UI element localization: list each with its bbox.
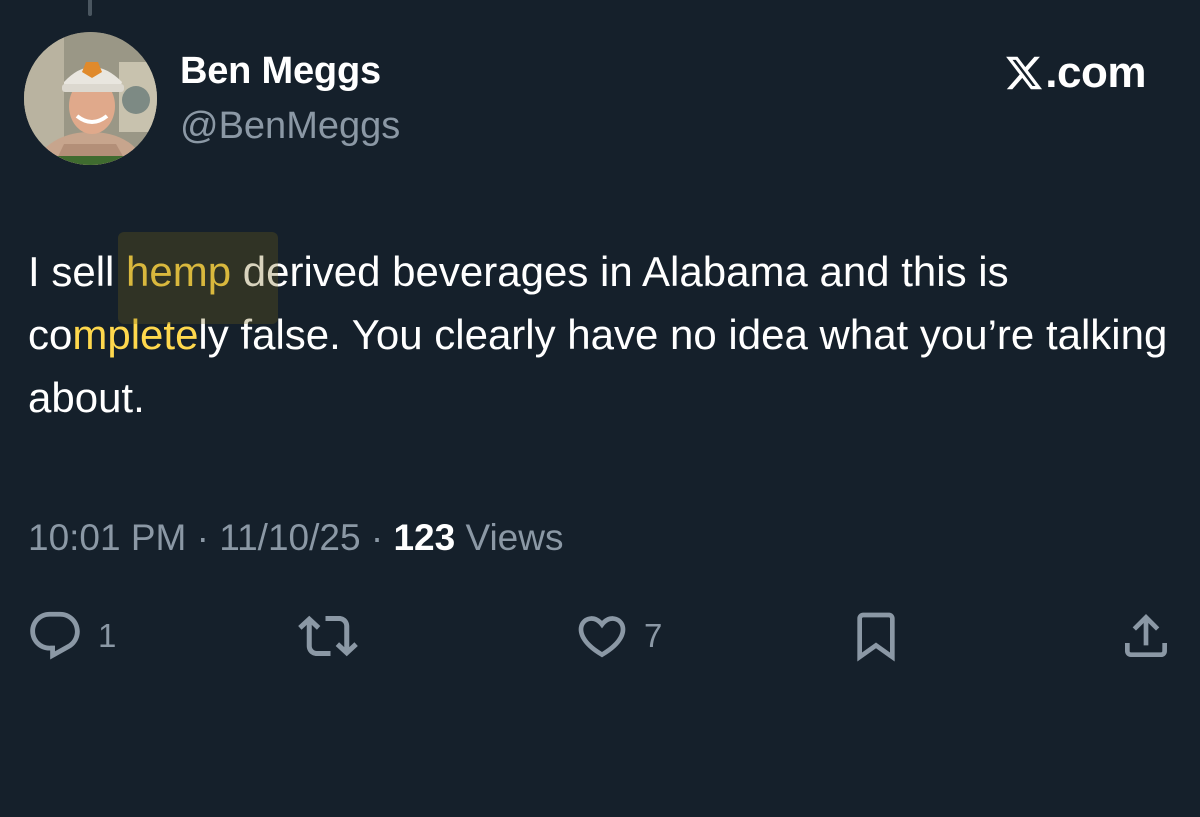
thread-connector-line — [88, 0, 92, 16]
tweet-date[interactable]: 11/10/25 — [219, 517, 360, 558]
bookmark-icon — [857, 612, 895, 662]
action-bar: 1 7 — [0, 606, 1200, 666]
tweet-time[interactable]: 10:01 PM — [28, 517, 186, 558]
views-count: 123 — [393, 517, 456, 558]
avatar[interactable] — [24, 32, 157, 165]
like-count: 7 — [644, 617, 663, 654]
tweet-metadata: 10:01 PM · 11/10/25 · 123 Views — [28, 515, 563, 561]
brand-watermark: .com — [1004, 48, 1146, 98]
share-icon — [1125, 614, 1167, 657]
views-label: Views — [455, 517, 564, 558]
x-logo-icon — [1006, 56, 1043, 90]
tweet-text-segment: I sell — [28, 248, 127, 295]
reply-icon — [30, 611, 80, 660]
display-name[interactable]: Ben Meggs — [180, 48, 381, 94]
tweet-text-highlight: mplete — [72, 311, 199, 358]
tweet-text: I sell hemp derived beverages in Alabama… — [28, 232, 1178, 429]
meta-separator: · — [186, 517, 220, 558]
heart-icon — [578, 616, 626, 658]
share-button[interactable] — [1118, 606, 1174, 666]
user-handle[interactable]: @BenMeggs — [180, 103, 400, 149]
reply-count: 1 — [98, 617, 117, 654]
reply-button[interactable]: 1 — [26, 606, 116, 666]
tweet-text-segment: ly false. You clearly have no idea what … — [28, 311, 1168, 421]
avatar-photo — [24, 32, 157, 165]
repost-button[interactable] — [298, 606, 372, 666]
like-button[interactable]: 7 — [574, 606, 662, 666]
repost-icon — [298, 615, 358, 657]
brand-domain-text: .com — [1045, 48, 1146, 97]
meta-separator: · — [360, 517, 394, 558]
tweet-text-highlight: hemp — [126, 248, 232, 295]
bookmark-button[interactable] — [848, 606, 904, 666]
